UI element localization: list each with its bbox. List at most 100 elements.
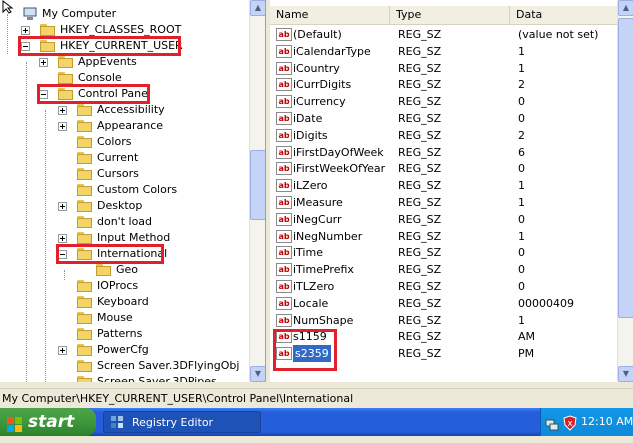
start-button[interactable]: start xyxy=(0,408,96,436)
list-vertical-scrollbar[interactable]: ▲ ▼ xyxy=(617,0,633,382)
string-value-icon: ab xyxy=(276,179,292,193)
clock[interactable]: 12:10 AM xyxy=(581,408,633,436)
tree-scroll-down-button[interactable]: ▼ xyxy=(250,366,265,382)
tree-node-screen-saver-3dflyingobj[interactable]: Screen Saver.3DFlyingObj xyxy=(0,358,248,374)
folder-icon xyxy=(77,200,93,212)
value-type: REG_SZ xyxy=(398,330,442,344)
tree-scroll-thumb[interactable] xyxy=(250,150,265,220)
value-data: 1 xyxy=(518,61,525,75)
value-row[interactable]: ab iCurrency REG_SZ 0 xyxy=(270,93,633,110)
value-row[interactable]: ab NumShape REG_SZ 1 xyxy=(270,312,633,329)
expand-plus-icon[interactable] xyxy=(58,202,67,211)
value-data: 0 xyxy=(518,246,525,260)
tree-node-appearance[interactable]: Appearance xyxy=(0,118,248,134)
value-data: PM xyxy=(518,347,535,361)
folder-icon xyxy=(77,232,93,244)
tree-scroll-up-button[interactable]: ▲ xyxy=(250,0,265,16)
security-shield-icon[interactable]: x xyxy=(563,414,577,431)
column-header-name[interactable]: Name xyxy=(270,6,390,24)
value-row[interactable]: ab iFirstWeekOfYear REG_SZ 0 xyxy=(270,160,633,177)
tree-node-desktop[interactable]: Desktop xyxy=(0,198,248,214)
value-data: 0 xyxy=(518,112,525,125)
string-value-icon: ab xyxy=(276,313,292,327)
tree-node-geo[interactable]: Geo xyxy=(0,262,248,278)
value-row[interactable]: ab iTLZero REG_SZ 0 xyxy=(270,278,633,295)
value-row[interactable]: ab iDate REG_SZ 0 xyxy=(270,110,633,127)
expand-plus-icon[interactable] xyxy=(39,58,48,67)
value-type: REG_SZ xyxy=(398,296,442,310)
value-name: iCurrDigits xyxy=(293,78,352,92)
value-type: REG_SZ xyxy=(398,212,442,226)
list-scroll-up-button[interactable]: ▲ xyxy=(618,0,633,16)
network-icon[interactable] xyxy=(545,415,559,431)
tree-node-custom-colors[interactable]: Custom Colors xyxy=(0,182,248,198)
value-row[interactable]: ab Locale REG_SZ 00000409 xyxy=(270,295,633,312)
tree-node-screen-saver-3dpipes[interactable]: Screen Saver.3DPipes xyxy=(0,374,248,382)
value-row[interactable]: ab iFirstDayOfWeek REG_SZ 6 xyxy=(270,144,633,161)
value-type: REG_SZ xyxy=(398,263,442,277)
tree-node-my-computer[interactable]: My Computer xyxy=(0,6,248,22)
value-row[interactable]: ab (Default) REG_SZ (value not set) xyxy=(270,26,633,43)
tree-node-label: Patterns xyxy=(97,327,143,340)
string-value-icon: ab xyxy=(276,78,292,92)
value-row[interactable]: ab iLZero REG_SZ 1 xyxy=(270,177,633,194)
computer-icon xyxy=(22,7,38,21)
value-name: iDigits xyxy=(293,128,328,142)
value-row[interactable]: ab iCurrDigits REG_SZ 2 xyxy=(270,76,633,93)
registry-values-pane[interactable]: Name Type Data ab (Default) REG_SZ (value n… xyxy=(270,0,633,382)
value-name: iTimePrefix xyxy=(293,263,354,277)
string-value-icon: ab xyxy=(276,112,292,125)
tree-node-colors[interactable]: Colors xyxy=(0,134,248,150)
value-row[interactable]: ab iMeasure REG_SZ 1 xyxy=(270,194,633,211)
expand-plus-icon[interactable] xyxy=(58,106,67,115)
tree-node-label: Accessibility xyxy=(97,103,165,116)
expand-plus-icon[interactable] xyxy=(58,122,67,131)
value-name: NumShape xyxy=(293,313,354,327)
tree-node-powercfg[interactable]: PowerCfg xyxy=(0,342,248,358)
value-type: REG_SZ xyxy=(398,347,442,361)
list-scroll-down-button[interactable]: ▼ xyxy=(618,366,633,382)
tree-node-accessibility[interactable]: Accessibility xyxy=(0,102,248,118)
string-value-icon: ab xyxy=(276,246,292,260)
value-type: REG_SZ xyxy=(398,128,442,142)
registry-tree-pane[interactable]: My Computer HKEY_CLASSES_ROOT HKEY_CURRENT… xyxy=(0,0,266,382)
tree-node-cursors[interactable]: Cursors xyxy=(0,166,248,182)
value-row[interactable]: ab iTimePrefix REG_SZ 0 xyxy=(270,261,633,278)
value-row[interactable]: ab iTime REG_SZ 0 xyxy=(270,244,633,261)
tree-node-mouse[interactable]: Mouse xyxy=(0,310,248,326)
string-value-icon: ab xyxy=(276,212,292,226)
mouse-cursor-icon xyxy=(2,0,14,14)
column-header-data[interactable]: Data xyxy=(510,6,633,24)
value-data: 0 xyxy=(518,95,525,109)
value-name: (Default) xyxy=(293,28,342,41)
svg-text:x: x xyxy=(567,419,573,429)
tree-node-don-t-load[interactable]: don't load xyxy=(0,214,248,230)
value-row[interactable]: ab iNegCurr REG_SZ 0 xyxy=(270,211,633,228)
value-row[interactable]: ab iDigits REG_SZ 2 xyxy=(270,127,633,144)
folder-icon xyxy=(77,296,93,308)
tree-vertical-scrollbar[interactable]: ▲ ▼ xyxy=(249,0,265,382)
tree-node-label: Cursors xyxy=(97,167,139,180)
tree-node-patterns[interactable]: Patterns xyxy=(0,326,248,342)
value-row[interactable]: ab iNegNumber REG_SZ 1 xyxy=(270,228,633,245)
system-tray: x 12:10 AM xyxy=(540,408,633,436)
tree-node-ioprocs[interactable]: IOProcs xyxy=(0,278,248,294)
tree-node-appevents[interactable]: AppEvents xyxy=(0,54,248,70)
value-type: REG_SZ xyxy=(398,78,442,92)
value-row[interactable]: ab iCalendarType REG_SZ 1 xyxy=(270,43,633,60)
tree-node-keyboard[interactable]: Keyboard xyxy=(0,294,248,310)
value-row[interactable]: ab iCountry REG_SZ 1 xyxy=(270,60,633,77)
tree-node-label: Keyboard xyxy=(97,295,149,308)
list-scroll-thumb[interactable] xyxy=(618,18,633,318)
expand-plus-icon[interactable] xyxy=(21,26,30,35)
tree-node-current[interactable]: Current xyxy=(0,150,248,166)
tree-node-label: Colors xyxy=(97,135,132,148)
expand-plus-icon[interactable] xyxy=(58,346,67,355)
folder-icon xyxy=(77,216,93,228)
folder-icon xyxy=(77,184,93,196)
value-name: iFirstDayOfWeek xyxy=(293,145,384,159)
expand-plus-icon[interactable] xyxy=(58,234,67,243)
column-header-type[interactable]: Type xyxy=(390,6,510,24)
taskbar-registry-editor-button[interactable]: Registry Editor xyxy=(103,411,261,433)
string-value-icon: ab xyxy=(276,162,292,176)
